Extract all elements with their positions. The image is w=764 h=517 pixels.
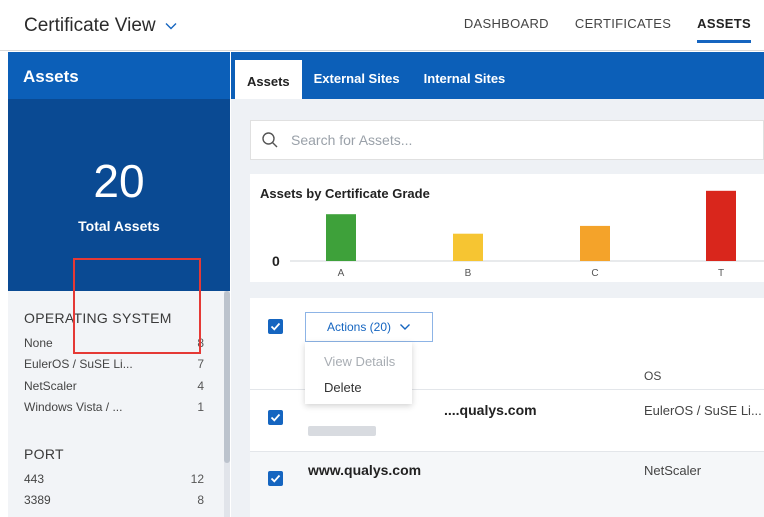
- check-icon: [270, 322, 281, 331]
- facet-item-label: 443: [24, 471, 45, 486]
- chevron-down-icon: [400, 324, 411, 330]
- facet-item[interactable]: EulerOS / SuSE Li... 7: [24, 354, 204, 376]
- x-tick-label: B: [465, 268, 472, 279]
- x-tick-label: T: [718, 268, 724, 279]
- chart-bar-t[interactable]: [706, 190, 736, 261]
- check-icon: [270, 413, 281, 422]
- row-divider: [250, 451, 764, 452]
- total-assets-label: Total Assets: [78, 218, 160, 234]
- facet-item-label: 3389: [24, 493, 51, 508]
- nav-certificates[interactable]: CERTIFICATES: [562, 0, 684, 51]
- grade-chart: 0 A B C T: [272, 190, 764, 279]
- select-all-checkbox[interactable]: [268, 319, 283, 334]
- x-tick-label: C: [591, 268, 598, 279]
- facet-item-label: Windows Vista / ...: [24, 400, 123, 415]
- facet-item[interactable]: 3389 8: [24, 490, 204, 512]
- facet-item-count: 7: [197, 357, 204, 372]
- facet-title: PORT: [24, 446, 64, 462]
- x-tick-label: A: [338, 268, 345, 279]
- row-checkbox[interactable]: [268, 471, 283, 486]
- row-checkbox[interactable]: [268, 410, 283, 425]
- facet-item-label: EulerOS / SuSE Li...: [24, 357, 133, 372]
- actions-label: Actions (20): [326, 320, 392, 334]
- check-icon: [270, 474, 281, 483]
- facet-item[interactable]: 443 12: [24, 468, 204, 490]
- tab-assets[interactable]: Assets: [235, 60, 302, 99]
- nav-assets[interactable]: ASSETS: [684, 0, 764, 51]
- facet-item[interactable]: Windows Vista / ... 1: [24, 397, 204, 419]
- nav-dashboard[interactable]: DASHBOARD: [451, 0, 562, 51]
- tab-external-sites[interactable]: External Sites: [302, 71, 412, 99]
- chevron-down-icon: [165, 23, 177, 30]
- actions-dropdown-button[interactable]: Actions (20): [305, 312, 433, 342]
- top-header: Certificate View DASHBOARD CERTIFICATES …: [0, 0, 764, 51]
- facet-item-label: None: [24, 335, 53, 350]
- chart-bar-c[interactable]: [580, 225, 610, 261]
- facet-item-count: 1: [197, 400, 204, 415]
- grade-chart-card: Assets by Certificate Grade 0 ABCT: [250, 174, 764, 282]
- app-title: Certificate View: [24, 15, 156, 36]
- facet-item-label: NetScaler: [24, 378, 77, 393]
- chart-bar-a[interactable]: [326, 214, 356, 261]
- app-switcher[interactable]: Certificate View: [24, 15, 178, 37]
- asset-name[interactable]: ....qualys.com: [444, 402, 537, 418]
- asset-os: NetScaler: [644, 463, 702, 478]
- menu-item-delete[interactable]: Delete: [305, 374, 412, 400]
- facet-item-count: 8: [197, 493, 204, 508]
- assets-table: Actions (20) OS ....qualys.com EulerOS /…: [250, 298, 764, 517]
- asset-os: EulerOS / SuSE Li...: [644, 403, 762, 418]
- search-input[interactable]: [291, 132, 691, 148]
- main-content: Assets External Sites Internal Sites Ass…: [231, 52, 764, 517]
- facet-item-count: 4: [197, 378, 204, 393]
- chart-bar-b[interactable]: [453, 233, 483, 261]
- annotation-highlight-box: [73, 258, 201, 354]
- table-row[interactable]: [250, 451, 764, 517]
- tab-bar: Assets External Sites Internal Sites: [231, 52, 764, 99]
- asset-name[interactable]: www.qualys.com: [308, 462, 421, 478]
- actions-menu: View Details Delete: [305, 342, 412, 404]
- sidebar-title: Assets: [8, 52, 230, 99]
- facet-port: PORT 443 12 3389 8: [24, 446, 204, 511]
- scrollbar-thumb[interactable]: [224, 291, 230, 463]
- search-icon: [262, 132, 278, 148]
- total-assets-count: 20: [93, 155, 145, 207]
- top-nav: DASHBOARD CERTIFICATES ASSETS: [451, 0, 764, 51]
- tab-internal-sites[interactable]: Internal Sites: [412, 71, 518, 99]
- search-box[interactable]: [250, 120, 764, 160]
- menu-item-view-details: View Details: [324, 354, 396, 369]
- facet-item-count: 12: [190, 471, 204, 486]
- sidebar-scrollbar[interactable]: [224, 291, 230, 517]
- facet-item[interactable]: NetScaler 4: [24, 375, 204, 397]
- y-tick-label: 0: [272, 253, 280, 269]
- redacted-text: [308, 426, 376, 436]
- column-header-os[interactable]: OS: [644, 369, 661, 383]
